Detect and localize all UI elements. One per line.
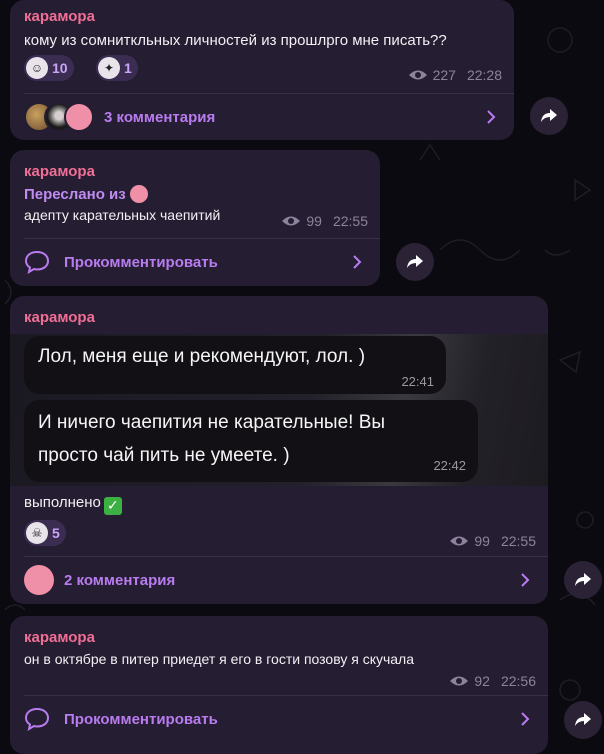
message-time: 22:56 xyxy=(500,673,536,689)
chevron-right-icon xyxy=(521,712,530,726)
eye-icon xyxy=(408,70,427,80)
message-time: 22:28 xyxy=(466,67,502,83)
message-1: карамора кому из сомниткльных личностей … xyxy=(10,0,514,140)
share-button[interactable] xyxy=(396,243,434,281)
skull-sticker-icon: ☠ xyxy=(26,522,48,544)
reaction-chip[interactable]: ✦ 1 xyxy=(96,55,138,81)
view-count: 99 xyxy=(306,213,322,229)
share-button[interactable] xyxy=(530,97,568,135)
channel-avatar xyxy=(129,185,148,203)
message-time: 22:55 xyxy=(332,213,368,229)
message-time: 22:55 xyxy=(500,533,536,549)
comments-label: 3 комментария xyxy=(104,108,216,126)
comment-button[interactable]: Прокомментировать xyxy=(10,696,548,742)
chevron-right-icon xyxy=(487,110,496,124)
reaction-count: 5 xyxy=(52,525,60,541)
image-chat-bubble: И ничего чаепития не карательные! Вы про… xyxy=(24,400,478,482)
message-author[interactable]: карамора xyxy=(24,163,95,180)
message-2: карамора Переслано из адепту карательных… xyxy=(10,150,380,286)
check-mark-icon: ✓ xyxy=(103,496,122,515)
commenter-avatars xyxy=(24,102,94,132)
message-author[interactable]: карамора xyxy=(24,629,95,646)
forwarded-header[interactable]: Переслано из xyxy=(24,185,148,203)
message-meta: 92 22:56 xyxy=(449,673,536,689)
share-arrow-icon xyxy=(575,713,591,726)
view-count: 99 xyxy=(474,533,490,549)
reaction-count: 1 xyxy=(124,60,132,76)
message-3: карамора Лол, меня еще и рекомендуют, ло… xyxy=(10,296,548,604)
cartoon-sticker-icon: ✦ xyxy=(98,57,120,79)
message-author[interactable]: карамора xyxy=(24,309,95,326)
message-meta: 99 22:55 xyxy=(449,533,536,549)
image-bubble-text: просто чай пить не умеете. ) xyxy=(38,445,290,466)
comment-button[interactable]: Прокомментировать xyxy=(10,239,380,285)
share-arrow-icon xyxy=(541,109,557,122)
comments-label: Прокомментировать xyxy=(64,710,218,728)
view-count: 92 xyxy=(474,673,490,689)
comment-bubble-icon xyxy=(24,707,50,731)
comment-bubble-icon xyxy=(24,250,50,274)
forwarded-label: Переслано из xyxy=(24,185,126,203)
comments-label: 2 комментария xyxy=(64,571,176,589)
message-meta: 99 22:55 xyxy=(281,213,368,229)
image-bubble-time: 22:41 xyxy=(401,374,434,389)
avatar xyxy=(24,565,54,595)
message-text: выполнено ✓ xyxy=(24,494,122,515)
reaction-chip[interactable]: ☺ 10 xyxy=(24,55,74,81)
avatar xyxy=(64,102,94,132)
share-button[interactable] xyxy=(564,561,602,599)
message-text: адепту карательных чаепитий xyxy=(24,207,221,223)
share-button[interactable] xyxy=(564,701,602,739)
comments-label: Прокомментировать xyxy=(64,253,218,271)
message-text-body: выполнено xyxy=(24,494,101,511)
share-arrow-icon xyxy=(407,255,423,268)
image-bubble-text: Лол, меня еще и рекомендуют, лол. ) xyxy=(38,346,366,367)
face-sticker-icon: ☺ xyxy=(26,57,48,79)
eye-icon xyxy=(450,536,469,546)
comments-button[interactable]: 3 комментария xyxy=(10,94,514,140)
screenshot-image[interactable]: Лол, меня еще и рекомендуют, лол. ) 22:4… xyxy=(10,334,548,486)
message-text: он в октябре в питер приедет я его в гос… xyxy=(24,651,415,667)
message-4: карамора он в октябре в питер приедет я … xyxy=(10,616,548,754)
message-text: кому из сомниткльных личностей из прошлр… xyxy=(24,32,447,49)
message-author[interactable]: карамора xyxy=(24,8,95,25)
reaction-count: 10 xyxy=(52,60,68,76)
message-meta: 227 22:28 xyxy=(408,67,502,83)
reaction-chip[interactable]: ☠ 5 xyxy=(24,520,66,546)
image-bubble-time: 22:42 xyxy=(433,458,466,473)
share-arrow-icon xyxy=(575,573,591,586)
view-count: 227 xyxy=(432,67,456,83)
eye-icon xyxy=(282,216,301,226)
chevron-right-icon xyxy=(521,573,530,587)
eye-icon xyxy=(450,676,469,686)
image-bubble-text: И ничего чаепития не карательные! Вы xyxy=(38,412,386,433)
chevron-right-icon xyxy=(353,255,362,269)
comments-button[interactable]: 2 комментария xyxy=(10,557,548,603)
image-chat-bubble: Лол, меня еще и рекомендуют, лол. ) 22:4… xyxy=(24,336,446,394)
